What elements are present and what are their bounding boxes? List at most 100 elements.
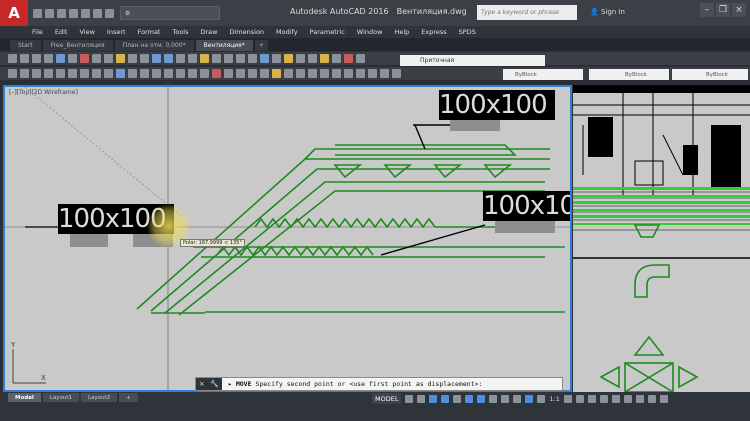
move-icon[interactable] — [272, 69, 281, 78]
match-properties-icon[interactable] — [116, 54, 125, 63]
hardware-acceleration-icon[interactable] — [635, 394, 644, 403]
redo-icon[interactable] — [105, 8, 114, 18]
search-input[interactable]: Type a keyword or phrase — [477, 5, 577, 20]
tab-start[interactable]: Start — [10, 40, 41, 51]
duct-size-label[interactable]: 100x100 — [439, 90, 555, 120]
mtext-icon[interactable] — [200, 69, 209, 78]
zoom-icon[interactable] — [164, 54, 173, 63]
menu-dimension[interactable]: Dimension — [229, 28, 264, 36]
tab-ventilation[interactable]: Вентиляция* — [195, 40, 253, 51]
menu-spds[interactable]: SPDS — [459, 28, 476, 36]
redo-icon[interactable] — [140, 54, 149, 63]
copy-icon[interactable] — [92, 54, 101, 63]
clean-screen-icon[interactable] — [647, 394, 656, 403]
chamfer-icon[interactable] — [368, 69, 377, 78]
layer-previous-icon[interactable] — [296, 54, 305, 63]
menu-format[interactable]: Format — [138, 28, 161, 36]
cut-icon[interactable] — [80, 54, 89, 63]
model-space-button[interactable]: MODEL — [372, 393, 402, 404]
grid-icon[interactable] — [405, 394, 414, 403]
layer-properties-icon[interactable] — [272, 54, 281, 63]
table-icon[interactable] — [188, 69, 197, 78]
region-icon[interactable] — [176, 69, 185, 78]
mirror-icon[interactable] — [236, 69, 245, 78]
sheet-set-icon[interactable] — [236, 54, 245, 63]
layer-freeze-icon[interactable] — [320, 54, 329, 63]
arc-icon[interactable] — [56, 69, 65, 78]
annotation-monitor-icon[interactable] — [575, 394, 584, 403]
zoom-window-icon[interactable] — [176, 54, 185, 63]
hatch-icon[interactable] — [152, 69, 161, 78]
close-icon[interactable]: × — [732, 3, 746, 17]
layer-state-icon[interactable] — [284, 54, 293, 63]
customization-menu-icon[interactable] — [659, 394, 668, 403]
close-icon[interactable]: × — [199, 380, 205, 388]
scale-icon[interactable] — [296, 69, 305, 78]
tab-free-ventilation[interactable]: Free_Вентиляция — [42, 40, 113, 51]
menu-insert[interactable]: Insert — [107, 28, 126, 36]
restore-icon[interactable]: ❐ — [716, 3, 730, 17]
print-icon[interactable] — [44, 54, 53, 63]
workspace-select[interactable]: ⚙ — [120, 6, 220, 20]
minimize-icon[interactable]: – — [700, 3, 714, 17]
undo-icon[interactable] — [93, 8, 102, 18]
annotation-scale[interactable]: 1:1 — [549, 395, 559, 403]
tab-plan[interactable]: План на отм. 0,000* — [114, 40, 194, 51]
layer-off-icon[interactable] — [344, 54, 353, 63]
menu-modify[interactable]: Modify — [276, 28, 298, 36]
layer-match-icon[interactable] — [356, 54, 365, 63]
color-dropdown[interactable]: ByBlock — [503, 69, 583, 80]
menu-window[interactable]: Window — [357, 28, 383, 36]
lock-ui-icon[interactable] — [611, 394, 620, 403]
pan-icon[interactable] — [152, 54, 161, 63]
open-icon[interactable] — [20, 54, 29, 63]
ortho-icon[interactable] — [429, 394, 438, 403]
menu-tools[interactable]: Tools — [172, 28, 188, 36]
add-layout-button[interactable]: + — [119, 393, 138, 402]
insert-block-icon[interactable] — [116, 69, 125, 78]
explode-icon[interactable] — [392, 69, 401, 78]
tab-layout2[interactable]: Layout2 — [81, 393, 118, 402]
polygon-icon[interactable] — [32, 69, 41, 78]
plot-icon[interactable] — [81, 8, 90, 18]
duct-size-label[interactable]: 100x10 — [483, 191, 570, 221]
save-icon[interactable] — [57, 8, 66, 18]
join-icon[interactable] — [356, 69, 365, 78]
menu-edit[interactable]: Edit — [55, 28, 68, 36]
spline-icon[interactable] — [92, 69, 101, 78]
units-icon[interactable] — [587, 394, 596, 403]
polyline-icon[interactable] — [20, 69, 29, 78]
menu-file[interactable]: File — [32, 28, 43, 36]
markup-icon[interactable] — [248, 54, 257, 63]
qnew-icon[interactable] — [8, 54, 17, 63]
break-icon[interactable] — [344, 69, 353, 78]
isolate-objects-icon[interactable] — [623, 394, 632, 403]
menu-parametric[interactable]: Parametric — [310, 28, 345, 36]
revcloud-icon[interactable] — [80, 69, 89, 78]
publish-icon[interactable] — [68, 54, 77, 63]
extend-icon[interactable] — [332, 69, 341, 78]
tool-palettes-icon[interactable] — [224, 54, 233, 63]
tab-layout1[interactable]: Layout1 — [42, 393, 80, 402]
calculator-icon[interactable] — [260, 54, 269, 63]
paste-icon[interactable] — [104, 54, 113, 63]
selection-cycling-icon[interactable] — [513, 394, 522, 403]
application-menu-button[interactable]: A — [0, 0, 28, 26]
menu-help[interactable]: Help — [394, 28, 409, 36]
lineweight-icon[interactable] — [489, 394, 498, 403]
isodraft-icon[interactable] — [453, 394, 462, 403]
polar-icon[interactable] — [441, 394, 450, 403]
command-line[interactable]: × 🔧 ▸ MOVE Specify second point or <use … — [195, 377, 563, 391]
fillet-icon[interactable] — [380, 69, 389, 78]
design-center-icon[interactable] — [212, 54, 221, 63]
make-block-icon[interactable] — [128, 69, 137, 78]
rotate-icon[interactable] — [284, 69, 293, 78]
linetype-dropdown[interactable]: ByBlock — [589, 69, 669, 80]
layer-dropdown[interactable]: Приточная — [400, 55, 545, 66]
gradient-icon[interactable] — [164, 69, 173, 78]
circle-icon[interactable] — [68, 69, 77, 78]
object-snap-icon[interactable] — [477, 394, 486, 403]
drawing-viewport[interactable]: [–][Top][2D Wireframe] 100x100 100x100 1… — [3, 85, 572, 392]
stretch-icon[interactable] — [308, 69, 317, 78]
zoom-previous-icon[interactable] — [188, 54, 197, 63]
